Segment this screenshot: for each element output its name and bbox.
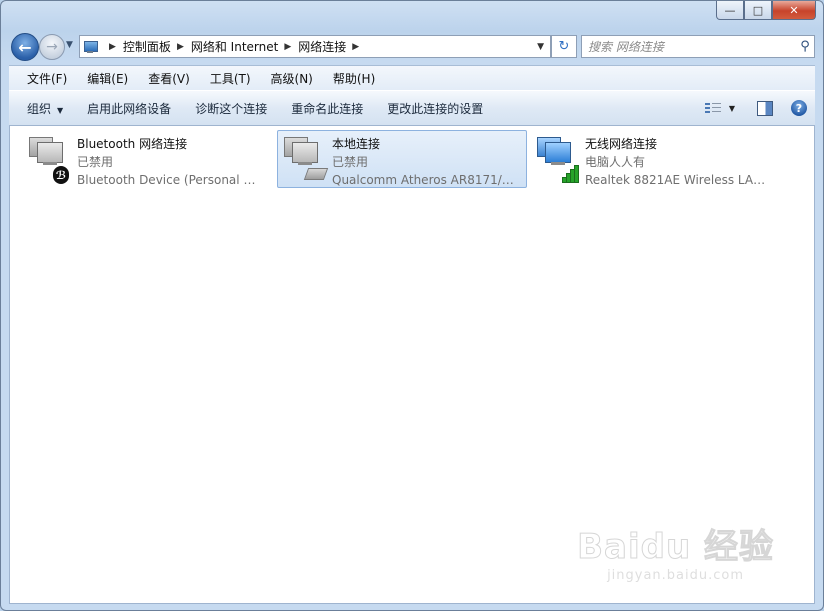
connection-local-area[interactable]: 本地连接 已禁用 Qualcomm Atheros AR8171/8... (277, 130, 527, 188)
breadcrumb-control-panel[interactable]: 控制面板 (123, 38, 171, 55)
caption-buttons: — □ ✕ (716, 1, 816, 20)
menu-file[interactable]: 文件(F) (17, 70, 77, 87)
connection-name: 本地连接 (332, 137, 381, 151)
diagnose-connection-button[interactable]: 诊断这个连接 (183, 100, 279, 117)
control-panel-icon (83, 40, 99, 54)
network-adapter-icon (282, 134, 329, 184)
preview-pane-icon[interactable] (757, 100, 773, 116)
connection-text: 本地连接 已禁用 Qualcomm Atheros AR8171/8... (332, 131, 518, 189)
search-icon[interactable]: ⚲ (796, 39, 814, 54)
monitor-shape (37, 142, 63, 163)
breadcrumb-network-connections[interactable]: 网络连接 (298, 38, 346, 55)
chevron-right-icon[interactable]: ▶ (109, 42, 116, 52)
address-bar[interactable]: ▶ 控制面板 ▶ 网络和 Internet ▶ 网络连接 ▶ ▼ (79, 35, 551, 58)
connections-list: ℬ Bluetooth 网络连接 已禁用 Bluetooth Device (P… (9, 125, 815, 604)
maximize-button[interactable]: □ (744, 1, 772, 20)
view-controls: ▼ ? (704, 100, 815, 116)
menu-advanced[interactable]: 高级(N) (261, 70, 323, 87)
connection-status: 已禁用 (77, 155, 114, 169)
refresh-button[interactable]: ↻ (551, 35, 577, 58)
network-adapter-icon: ℬ (27, 134, 71, 184)
connection-status: 电脑人人有 (585, 155, 646, 169)
monitor-shape (292, 142, 318, 163)
menu-edit[interactable]: 编辑(E) (77, 70, 138, 87)
menu-view[interactable]: 查看(V) (138, 70, 200, 87)
close-button[interactable]: ✕ (772, 1, 816, 20)
connection-name: Bluetooth 网络连接 (77, 137, 188, 151)
connection-device: Qualcomm Atheros AR8171/8... (332, 173, 518, 187)
recent-pages-dropdown[interactable]: ▼ (66, 40, 73, 50)
monitor-stand (43, 162, 57, 165)
help-icon[interactable]: ? (791, 100, 807, 116)
connection-device: Realtek 8821AE Wireless LAN ... (585, 173, 771, 187)
watermark-logo: Baidu 经验 (577, 527, 774, 568)
search-input[interactable] (582, 37, 796, 56)
organize-label: 组织 (27, 101, 52, 116)
ethernet-icon (303, 168, 329, 180)
connection-name: 无线网络连接 (585, 137, 658, 151)
enable-device-button[interactable]: 启用此网络设备 (75, 100, 183, 117)
watermark-url: jingyan.baidu.com (607, 568, 745, 583)
forward-button[interactable]: → (39, 34, 65, 60)
connection-wireless[interactable]: 无线网络连接 电脑人人有 Realtek 8821AE Wireless LAN… (530, 130, 780, 188)
connection-text: Bluetooth 网络连接 已禁用 Bluetooth Device (Per… (77, 131, 263, 189)
monitor-stand (551, 162, 565, 165)
chevron-down-icon[interactable]: ▼ (729, 104, 735, 113)
explorer-window: — □ ✕ ← → ▼ ▶ 控制面板 ▶ 网络和 Internet ▶ 网络连接… (0, 0, 824, 611)
change-settings-button[interactable]: 更改此连接的设置 (375, 100, 495, 117)
menu-help[interactable]: 帮助(H) (323, 70, 385, 87)
network-adapter-icon (535, 134, 579, 184)
organize-button[interactable]: 组织 ▼ (15, 100, 75, 117)
menu-bar: 文件(F) 编辑(E) 查看(V) 工具(T) 高级(N) 帮助(H) (9, 65, 815, 90)
rename-connection-button[interactable]: 重命名此连接 (279, 100, 375, 117)
chevron-down-icon[interactable]: ▼ (537, 42, 544, 52)
connection-device: Bluetooth Device (Personal Ar... (77, 173, 263, 187)
connection-bluetooth[interactable]: ℬ Bluetooth 网络连接 已禁用 Bluetooth Device (P… (22, 130, 272, 188)
back-button[interactable]: ← (11, 33, 39, 61)
chevron-right-icon[interactable]: ▶ (352, 42, 359, 52)
command-bar: 组织 ▼ 启用此网络设备 诊断这个连接 重命名此连接 更改此连接的设置 ▼ ? (9, 90, 815, 126)
bluetooth-icon: ℬ (53, 166, 69, 184)
navigation-bar: ← → ▼ ▶ 控制面板 ▶ 网络和 Internet ▶ 网络连接 ▶ ▼ ↻… (9, 31, 815, 61)
monitor-shape (545, 142, 571, 163)
chevron-right-icon[interactable]: ▶ (284, 42, 291, 52)
chevron-right-icon[interactable]: ▶ (177, 42, 184, 52)
baidu-watermark: Baidu 经验 jingyan.baidu.com (577, 519, 774, 584)
change-view-icon[interactable] (704, 102, 721, 115)
connection-status: 已禁用 (332, 155, 369, 169)
minimize-button[interactable]: — (716, 1, 744, 20)
wireless-signal-icon (562, 165, 580, 183)
connection-text: 无线网络连接 电脑人人有 Realtek 8821AE Wireless LAN… (585, 131, 771, 189)
breadcrumb-network-internet[interactable]: 网络和 Internet (191, 38, 278, 55)
chevron-down-icon: ▼ (57, 105, 64, 115)
search-box: ⚲ (581, 35, 815, 58)
menu-tools[interactable]: 工具(T) (200, 70, 261, 87)
monitor-stand (298, 162, 312, 165)
